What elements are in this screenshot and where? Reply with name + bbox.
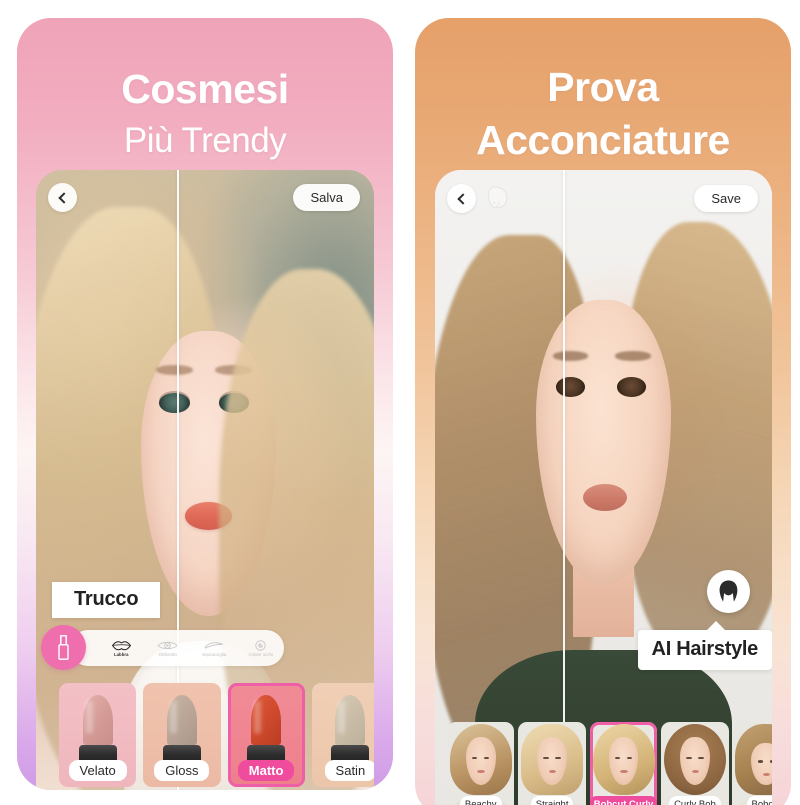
style-label: Bobcut Curly [589, 796, 658, 805]
model-eye-left [556, 377, 585, 397]
category-label: Ombretto [158, 651, 177, 657]
model-brow-left [155, 365, 194, 375]
model-brow-left [552, 351, 589, 361]
style-thumbnail [518, 722, 585, 805]
lipstick-preview [247, 695, 286, 767]
makeup-category-bar[interactable]: Labbra Ombretto Sopracciglia Colore occh… [70, 630, 284, 666]
model-brow-right [215, 365, 253, 375]
hairstyle-beachy[interactable]: Beachy [447, 722, 515, 805]
hairstyle-icon [719, 580, 738, 602]
save-button-hair[interactable]: Save [694, 185, 758, 212]
hairstyle-app-screen: Save AI Hairstyle Beachy Straight Bobcut… [435, 170, 772, 805]
swatch-label: Satin [324, 760, 374, 781]
chevron-left-icon [58, 191, 70, 204]
model-lips [184, 501, 233, 531]
makeup-headline-line1: Cosmesi [121, 66, 289, 112]
style-thumbnail [447, 722, 514, 805]
style-label: Beachy [459, 796, 502, 805]
hairstyle-options-strip[interactable]: Beachy Straight Bobcut Curly Curly Bob B… [447, 722, 772, 805]
makeup-promo-panel: Cosmesi Più Trendy Salva Trucco Labbra O… [17, 18, 393, 790]
category-colore-occhi[interactable]: Colore occhi [238, 639, 285, 657]
eye-icon [157, 641, 178, 650]
lips-icon [111, 641, 131, 651]
swatch-label: Matto [237, 760, 295, 781]
hair-headline-line2: Acconciature [476, 117, 730, 163]
style-label: Bobcut [746, 796, 772, 805]
category-label: Colore occhi [248, 651, 273, 657]
chevron-left-icon [457, 192, 469, 205]
lipstick-preview [162, 695, 201, 767]
model-eye-left [159, 393, 190, 414]
hairstyle-bobcut-curly[interactable]: Bobcut Curly [589, 722, 658, 805]
style-thumbnail [590, 722, 657, 805]
style-label: Straight [530, 796, 574, 805]
hairstyle-promo-panel: Prova Acconciature Save AI Hairstyle Bea… [415, 18, 791, 805]
style-label: Curly Bob [669, 796, 721, 805]
section-tag-trucco: Trucco [52, 582, 161, 618]
swatch-satin[interactable]: Satin [311, 683, 374, 787]
swatch-matto[interactable]: Matto [227, 683, 305, 787]
lipstick-preview [78, 695, 117, 767]
face-outline-icon[interactable] [483, 184, 511, 212]
swatch-label: Gloss [154, 760, 210, 781]
before-after-slider-hair[interactable] [563, 170, 565, 805]
style-thumbnail [661, 722, 728, 805]
category-labbra[interactable]: Labbra [98, 639, 145, 657]
hair-before-after-photo [435, 170, 772, 805]
makeup-headline-line2: Più Trendy [123, 121, 287, 160]
style-thumbnail [733, 722, 772, 805]
hairstyle-bobcut[interactable]: Bobcut [732, 722, 772, 805]
ai-hairstyle-tooltip: AI Hairstyle [637, 621, 772, 670]
model-eye-right [218, 393, 249, 414]
lipstick-finish-strip[interactable]: Velato Gloss Matto Satin [59, 683, 374, 787]
lipstick-tool-button[interactable] [41, 625, 86, 670]
eyebrow-icon [204, 642, 223, 649]
swatch-velato[interactable]: Velato [59, 683, 137, 787]
back-button-makeup[interactable] [48, 183, 77, 212]
category-sopracciglia[interactable]: Sopracciglia [191, 639, 238, 657]
lipstick-preview [331, 695, 370, 767]
hair-headline-line1: Prova [547, 64, 659, 110]
lipstick-icon [58, 635, 69, 660]
model-face [140, 331, 276, 617]
category-ombretto[interactable]: Ombretto [145, 639, 192, 657]
category-label: Labbra [113, 651, 129, 657]
hairstyle-curly-bob[interactable]: Curly Bob [661, 722, 729, 805]
save-button-makeup[interactable]: Salva [293, 184, 360, 211]
makeup-app-screen: Salva Trucco Labbra Ombretto Sopraccigli… [36, 170, 374, 790]
screenshot-root: Cosmesi Più Trendy Salva Trucco Labbra O… [0, 0, 800, 805]
back-button-hair[interactable] [447, 184, 476, 213]
ai-hairstyle-button[interactable] [707, 570, 750, 613]
swatch-gloss[interactable]: Gloss [143, 683, 221, 787]
model-brow-right [615, 351, 651, 361]
hairstyle-straight[interactable]: Straight [518, 722, 586, 805]
swatch-label: Velato [68, 760, 127, 781]
category-label: Sopracciglia [202, 651, 227, 657]
model-eye-right [616, 377, 646, 397]
iris-icon [255, 640, 266, 651]
